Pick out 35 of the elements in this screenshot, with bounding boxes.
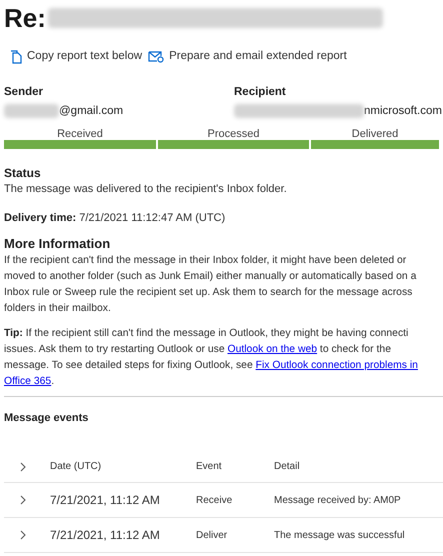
table-cell-text: Message received by: AM0P [274,494,401,508]
text-link[interactable]: Outlook on the web [228,344,318,356]
copy-icon [10,50,22,64]
text-link[interactable]: Fix Outlook connection problems in [256,360,418,372]
table-cell-text: 7/21/2021, 11:12 AM [50,492,160,510]
field-label: Sender [4,85,44,100]
text-link[interactable]: Office 365 [4,376,52,388]
redaction-blur [4,104,59,118]
info-paragraph: If the recipient can't find the message in their Inbox folder, it might have been deleted or moved to another folder (such as Junk Email) either manually or automatically based on a Inbox rule or Sweep rule the recipient set up. Ask them to search for the message across folders in their mailbox. [4,254,418,316]
copy-report-button[interactable]: Copy report text below [10,48,142,66]
table-cell-text: Deliver [196,528,228,543]
email-report-button[interactable]: Prepare and email extended report [148,48,347,66]
chevron-right-icon[interactable] [20,530,26,540]
email-address: nmicrosoft.com [364,104,442,119]
delivery-time: Delivery time: 7/21/2021 11:12:47 AM (UTC) [4,211,226,226]
tip-paragraph: Tip: If the recipient still can't find the message in Outlook, they might be having connecti issues. Ask them to try restarting Outlook or use Outlook on the web to check for the message. To see detailed steps for fixing Outlook, see Fix Outlook connection problems in Office 365. [4,327,419,390]
email-address: @gmail.com [59,104,124,119]
column-header: Event [196,460,222,474]
column-header: Date (UTC) [50,460,102,474]
stage-label: Processed [206,127,260,140]
chevron-right-icon[interactable] [20,462,26,472]
section-heading: Message events [4,411,90,426]
table-cell-text: 7/21/2021, 11:12 AM [50,527,160,544]
stage-label: Received [56,127,104,140]
stage-label: Delivered [350,127,400,140]
section-heading: Status [4,165,42,182]
section-heading: More Information [4,235,112,254]
table-cell-text: The message was successful [274,528,405,543]
column-header: Detail [274,460,300,474]
status-text: The message was delivered to the recipient's Inbox folder. [4,182,288,198]
field-label: Recipient [234,85,287,100]
page-title: Re: [4,2,46,34]
envelope-icon [148,50,164,63]
table-cell-text: Receive [196,494,232,508]
chevron-right-icon[interactable] [20,495,26,506]
